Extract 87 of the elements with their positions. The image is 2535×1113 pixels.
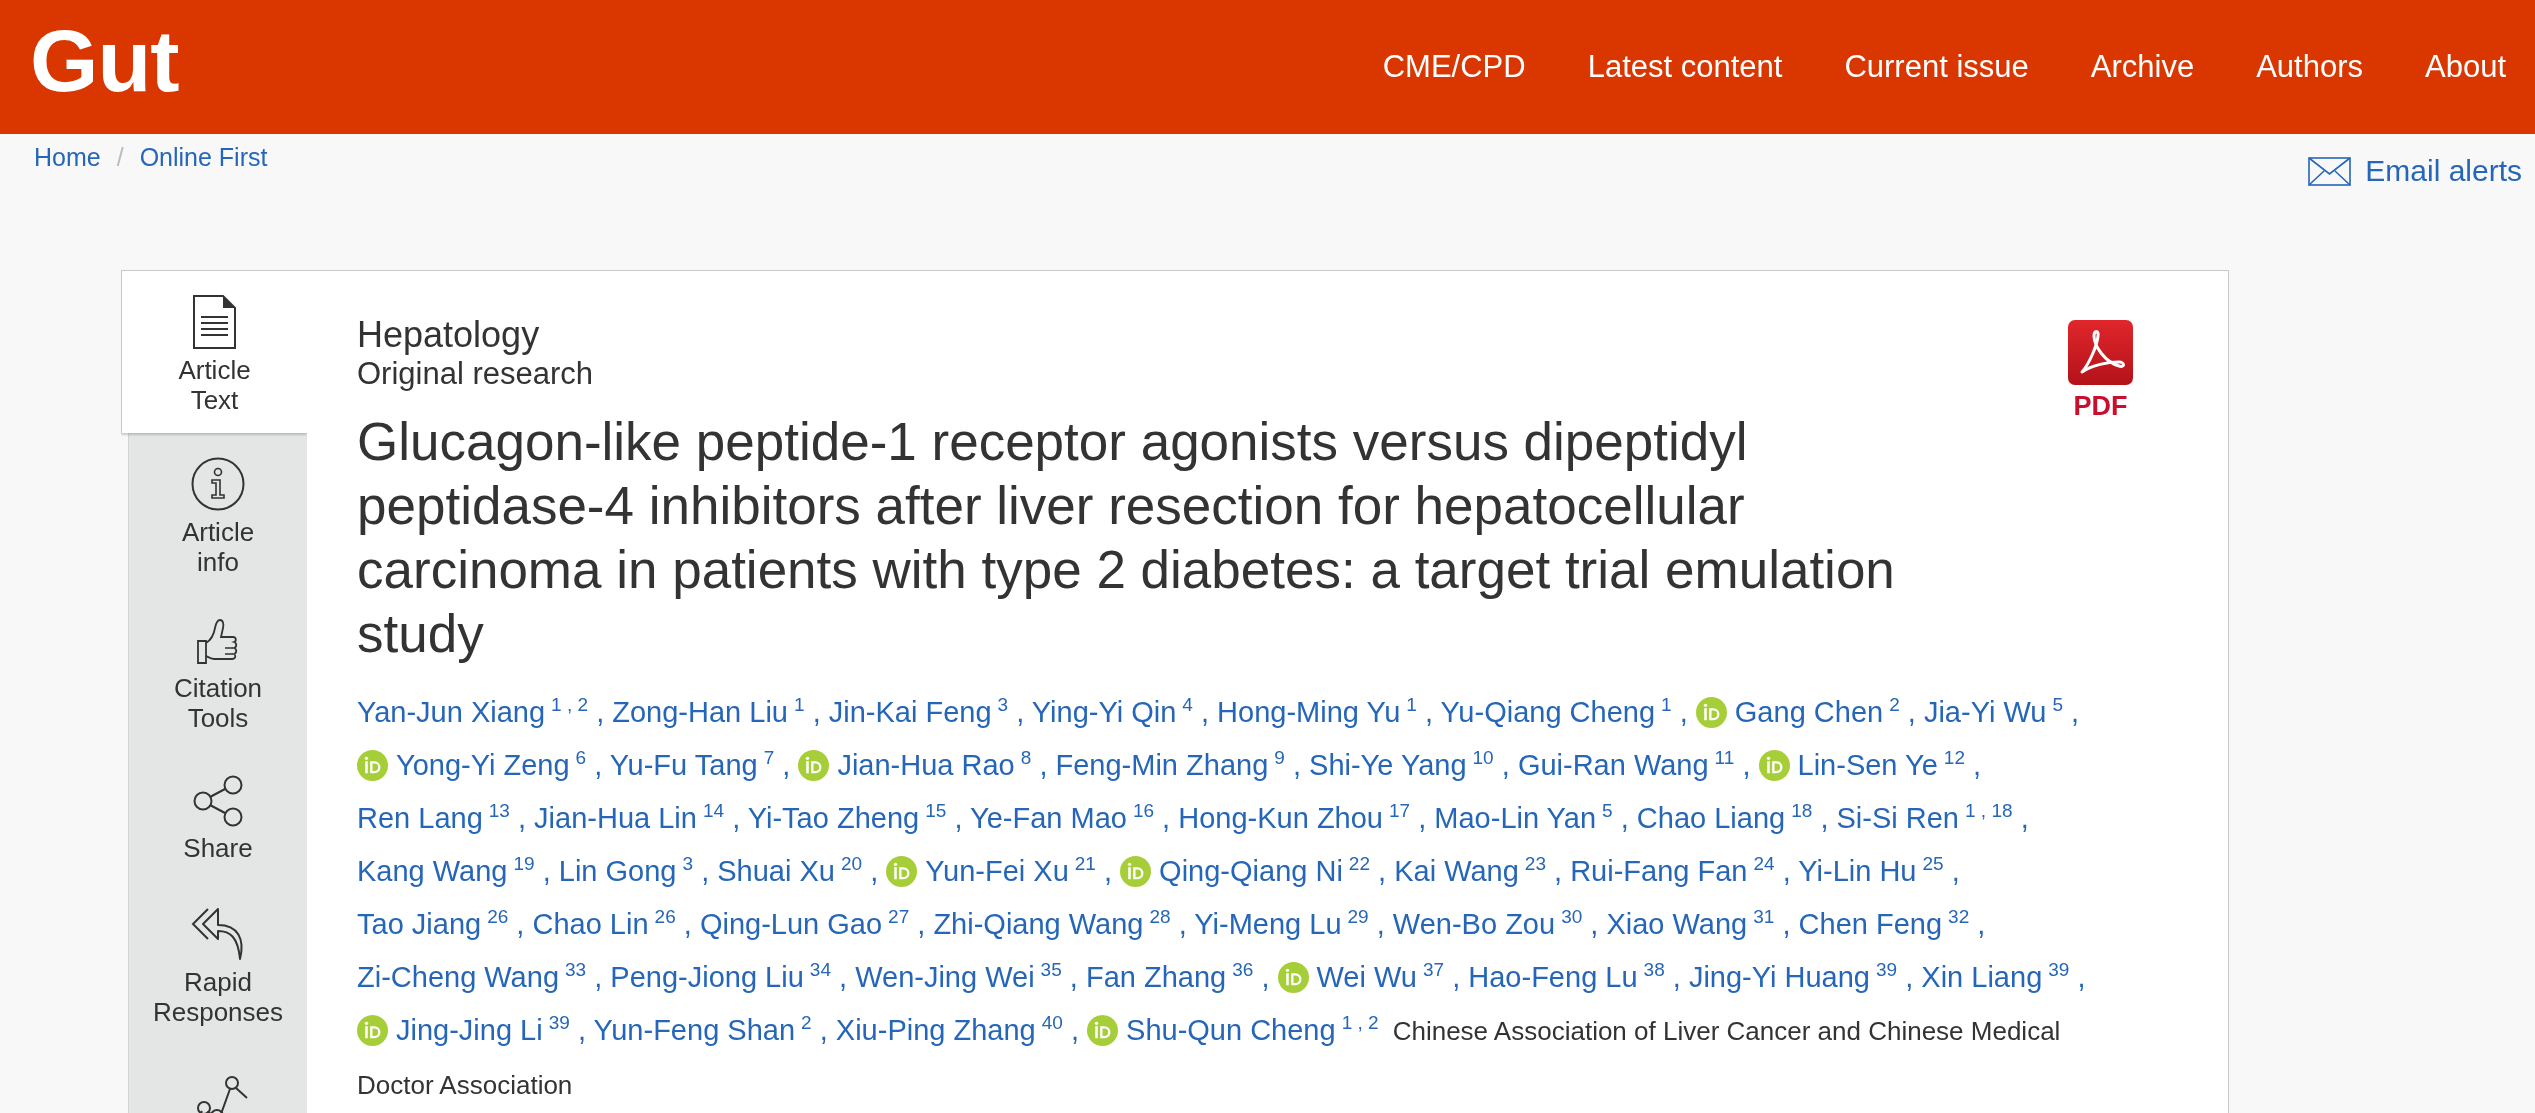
thumbs-up-icon: [196, 619, 240, 667]
nav-link[interactable]: Latest content: [1587, 49, 1783, 85]
author-link[interactable]: Yu-Qiang Cheng: [1440, 696, 1656, 728]
breadcrumb-link[interactable]: Home: [34, 142, 101, 172]
id-badge-icon[interactable]: [1087, 1015, 1119, 1046]
author-link[interactable]: Yun-Feng Shan: [593, 1014, 796, 1046]
id-badge-icon[interactable]: [1120, 856, 1152, 887]
id-badge-icon[interactable]: [357, 750, 388, 781]
nav-link[interactable]: CME/CPD: [1382, 49, 1526, 85]
author-link[interactable]: Wen-Bo Zou: [1392, 908, 1556, 940]
sidebar-tab[interactable]: Article Text: [121, 271, 307, 433]
author-link[interactable]: Gang Chen: [1734, 696, 1884, 728]
site-logo[interactable]: Gut: [30, 17, 179, 105]
author-link[interactable]: Shi-Ye Yang: [1309, 749, 1467, 781]
pdf-file-icon: [2068, 320, 2133, 385]
author-link[interactable]: Ying-Yi Qin: [1031, 696, 1177, 728]
author-link[interactable]: Yi-Meng Lu: [1194, 908, 1342, 940]
breadcrumb-link[interactable]: Online First: [139, 142, 268, 172]
author-link[interactable]: Xiao Wang: [1606, 908, 1748, 940]
author-link[interactable]: Chao Liang: [1636, 802, 1786, 834]
id-badge-icon[interactable]: [886, 856, 918, 887]
author-link[interactable]: Hong-Ming Yu: [1217, 696, 1401, 728]
nav-link[interactable]: Archive: [2090, 49, 2195, 85]
id-badge-icon[interactable]: [1695, 697, 1727, 728]
author-link[interactable]: Mao-Lin Yan: [1434, 802, 1597, 834]
envelope-icon: [2308, 156, 2352, 186]
share-icon: [193, 775, 243, 827]
info-icon: [191, 457, 245, 511]
article-type: Original research: [357, 356, 595, 392]
author-link[interactable]: Jin-Kai Feng: [828, 696, 992, 728]
sidebar-tab[interactable]: Share: [129, 751, 307, 881]
author-link[interactable]: Kang Wang: [357, 855, 508, 887]
id-badge-icon[interactable]: [357, 1015, 388, 1046]
author-link[interactable]: Shuai Xu: [717, 855, 835, 887]
author-link[interactable]: Yun-Fei Xu: [925, 855, 1069, 887]
author-link[interactable]: Yan-Jun Xiang: [357, 696, 546, 728]
author-link[interactable]: Wen-Jing Wei: [855, 961, 1035, 993]
breadcrumb-separator: /: [116, 142, 124, 172]
author-link[interactable]: Yong-Yi Zeng: [396, 749, 570, 781]
author-link[interactable]: Zhi-Qiang Wang: [933, 908, 1144, 940]
author-link[interactable]: Yu-Fu Tang: [609, 749, 758, 781]
article-title: Glucagon-like peptide-1 receptor agonists versus dipeptidyl peptidase-4 inhibitors after liver resection for hepatocellular carcinoma in patients with type 2 diabetes: a target trial emulation study: [357, 411, 1896, 665]
author-link[interactable]: Lin Gong: [558, 855, 677, 887]
author-link[interactable]: Jing-Yi Huang: [1688, 961, 1870, 993]
author-link[interactable]: Jian-Hua Rao: [837, 749, 1015, 781]
author-link[interactable]: Zi-Cheng Wang: [357, 961, 559, 993]
author-link[interactable]: Jia-Yi Wu: [1923, 696, 2047, 728]
author-link[interactable]: Shu-Qun Cheng: [1126, 1014, 1336, 1046]
author-link[interactable]: Jing-Jing Li: [396, 1014, 543, 1046]
subject-heading: Hepatology: [357, 314, 541, 356]
id-badge-icon[interactable]: [798, 750, 830, 781]
author-link[interactable]: Gui-Ran Wang: [1517, 749, 1709, 781]
author-link[interactable]: Zong-Han Liu: [612, 696, 788, 728]
author-link[interactable]: Feng-Min Zhang: [1055, 749, 1269, 781]
email-alerts-link[interactable]: Email alerts: [2308, 154, 2522, 188]
author-list: Yan-Jun Xiang 1 , 2 , Zong-Han Liu $^{1}$ , Jin-Kai Feng $^{3}$ , Ying-Yi Qin $^{4}$ , Hong-Ming Yu $^{1}$ , Yu-Qiang Cheng $^{1}$ , Gang Chen $^{2}$ , Jia-Yi Wu $^{5}$ , Yong-Yi Zeng $^{6}$ , Yu-Fu Tang $^{7}$ , Jian-Hua Rao $^{8}$ , Feng-Min Zhang $^{9}$ , Shi-Ye Yang $^{10}$ , Gui-Ran Wang $^{11}$ , Lin-Sen Ye $^{12}$ , Ren Lang $^{13}$ , Jian-Hua Lin $^{14}$ , Yi-Tao Zheng $^{15}$ , Ye-Fan Mao $^{16}$ , Hong-Kun Zhou $^{17}$ , Mao-Lin Yan $^{5}$ , Chao Liang $^{18}$ , Si-Si Ren 1 , 18 , Kang Wang $^{19}$ , Lin Gong $^{3}$ , Shuai Xu $^{20}$ , Yun-Fei Xu $^{21}$ , Qing-Qiang Ni $^{22}$ , Kai Wang $^{23}$ , Rui-Fang Fan $^{24}$ , Yi-Lin Hu $^{25}$ , Tao Jiang $^{26}$ , Chao Lin $^{26}$ , Qing-Lun Gao $^{27}$ , Zhi-Qiang Wang $^{28}$ , Yi-Meng Lu $^{29}$ , Wen-Bo Zou $^{30}$ , Xiao Wang $^{31}$ , Chen Feng $^{32}$ , Zi-Cheng Wang $^{33}$ , Peng-Jiong Liu $^{34}$ , Wen-Jing Wei $^{35}$ , Fan Zhang $^{36}$ , Wei Wu $^{37}$ , Hao-Feng Lu $^{38}$ , Jing-Yi Huang $^{39}$ , Xin Liang $^{39}$ , Jing-Jing Li $^{39}$ , Yun-Feng Shan $^{2}$ , Xiu-Ping Zhang $^{40}$ , Shu-Qun Cheng 1 , 2 Chinese Association of Liver Cancer and Chinese Medical Doctor Association: [357, 686, 2097, 1112]
author-link[interactable]: Chen Feng: [1798, 908, 1943, 940]
document-icon: [192, 295, 237, 349]
sidebar-tab[interactable]: Citation Tools: [129, 595, 307, 751]
author-link[interactable]: Fan Zhang: [1085, 961, 1227, 993]
author-link[interactable]: Chao Lin: [532, 908, 649, 940]
author-link[interactable]: Lin-Sen Ye: [1797, 749, 1938, 781]
author-link[interactable]: Xiu-Ping Zhang: [835, 1014, 1036, 1046]
author-link[interactable]: Ren Lang: [357, 802, 483, 834]
author-link[interactable]: Peng-Jiong Liu: [610, 961, 804, 993]
author-link[interactable]: Hao-Feng Lu: [1468, 961, 1638, 993]
author-link[interactable]: Yi-Lin Hu: [1798, 855, 1917, 887]
author-link[interactable]: Wei Wu: [1316, 961, 1417, 993]
author-link[interactable]: Si-Si Ren: [1836, 802, 1959, 834]
pdf-link[interactable]: PDF: [2068, 320, 2133, 420]
author-link[interactable]: Hong-Kun Zhou: [1178, 802, 1383, 834]
author-link[interactable]: Qing-Qiang Ni: [1159, 855, 1343, 887]
sidebar-tab[interactable]: Rapid Responses: [129, 881, 307, 1045]
author-link[interactable]: Ye-Fan Mao: [970, 802, 1127, 834]
id-badge-icon[interactable]: [1277, 962, 1309, 993]
author-link[interactable]: Jian-Hua Lin: [534, 802, 697, 834]
author-link[interactable]: Qing-Lun Gao: [699, 908, 883, 940]
author-link[interactable]: Kai Wang: [1394, 855, 1519, 887]
id-badge-icon[interactable]: [1758, 750, 1790, 781]
sidebar-tab[interactable]: Article info: [129, 433, 307, 595]
author-link[interactable]: Xin Liang: [1921, 961, 2043, 993]
nav-link[interactable]: About: [2425, 49, 2506, 85]
nav-link[interactable]: Current issue: [1844, 49, 2029, 85]
author-link[interactable]: Tao Jiang: [357, 908, 482, 940]
author-link[interactable]: Rui-Fang Fan: [1570, 855, 1748, 887]
author-link[interactable]: Yi-Tao Zheng: [747, 802, 920, 834]
nav-link[interactable]: Authors: [2256, 49, 2363, 85]
